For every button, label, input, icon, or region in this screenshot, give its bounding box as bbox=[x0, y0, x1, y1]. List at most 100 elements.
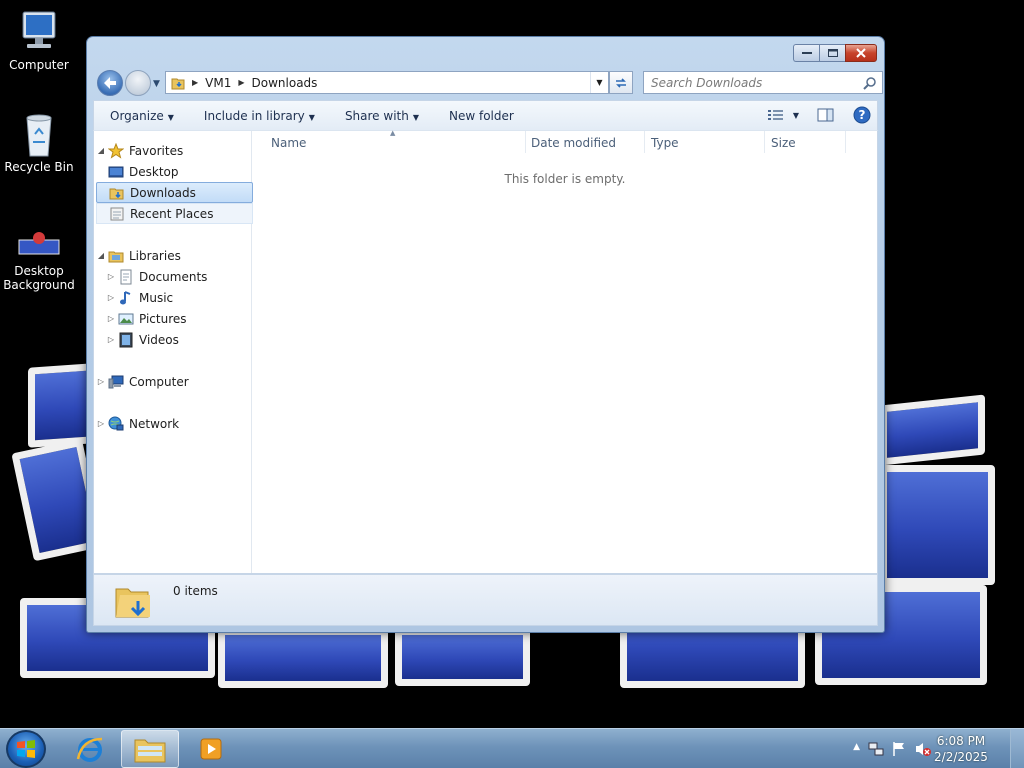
view-controls: ▼ ? bbox=[767, 106, 871, 124]
nav-network[interactable]: ▷ Network bbox=[96, 413, 253, 434]
show-desktop-button[interactable] bbox=[1010, 729, 1024, 768]
nav-label: Downloads bbox=[130, 185, 196, 200]
desktop-icon-label: Computer bbox=[9, 58, 69, 72]
network-tray-icon[interactable] bbox=[868, 741, 884, 760]
column-header-date-modified[interactable]: Date modified bbox=[531, 136, 616, 150]
desktop-icon-recycle-bin[interactable]: Recycle Bin bbox=[1, 110, 77, 174]
taskbar-internet-explorer[interactable] bbox=[61, 730, 119, 768]
forward-button[interactable] bbox=[125, 70, 151, 96]
nav-label: Desktop bbox=[129, 164, 179, 179]
taskbar-media-player[interactable] bbox=[183, 730, 241, 768]
nav-videos[interactable]: ▷ Videos bbox=[106, 329, 263, 350]
refresh-button[interactable] bbox=[609, 71, 633, 94]
new-folder-button[interactable]: New folder bbox=[433, 109, 528, 123]
clock-date: 2/2/2025 bbox=[934, 750, 988, 764]
breadcrumb-separator-icon[interactable]: ▶ bbox=[235, 78, 247, 87]
nav-documents[interactable]: ▷ Documents bbox=[106, 266, 263, 287]
media-player-icon bbox=[200, 738, 222, 760]
address-dropdown-icon[interactable]: ▼ bbox=[590, 72, 608, 93]
nav-label: Favorites bbox=[129, 143, 184, 158]
breadcrumb-separator-icon[interactable]: ▶ bbox=[189, 78, 201, 87]
expand-arrow-icon[interactable]: ▷ bbox=[106, 272, 116, 281]
clock-time: 6:08 PM bbox=[936, 734, 986, 748]
taskbar-windows-explorer[interactable] bbox=[121, 730, 179, 768]
nav-recent-places[interactable]: Recent Places bbox=[96, 203, 253, 224]
explorer-panes: ◢ Favorites Desktop Downloads Recent Pla… bbox=[93, 129, 878, 574]
organize-button[interactable]: Organize ▼ bbox=[94, 109, 188, 123]
nav-computer[interactable]: ▷ Computer bbox=[96, 371, 253, 392]
include-in-library-button[interactable]: Include in library ▼ bbox=[188, 109, 329, 123]
documents-icon bbox=[118, 269, 134, 285]
computer-icon bbox=[15, 8, 63, 56]
expand-arrow-icon[interactable]: ▷ bbox=[106, 335, 116, 344]
nav-desktop[interactable]: Desktop bbox=[96, 161, 253, 182]
chevron-down-icon: ▼ bbox=[412, 112, 419, 122]
search-input[interactable] bbox=[651, 75, 851, 90]
recent-places-icon bbox=[109, 206, 125, 222]
collapse-arrow-icon[interactable]: ◢ bbox=[96, 146, 106, 155]
nav-label: Libraries bbox=[129, 248, 181, 263]
nav-music[interactable]: ▷ Music bbox=[106, 287, 263, 308]
recycle-bin-icon bbox=[15, 110, 63, 158]
address-bar[interactable]: ▶ VM1 ▶ Downloads ▼ bbox=[165, 71, 609, 94]
file-list[interactable]: ▲ Name Date modified Type Size This fold… bbox=[253, 129, 877, 573]
chevron-down-icon: ▼ bbox=[308, 112, 315, 122]
chevron-down-icon: ▼ bbox=[167, 112, 174, 122]
nav-label: Videos bbox=[139, 332, 179, 347]
nav-label: Computer bbox=[129, 374, 189, 389]
close-button[interactable] bbox=[845, 44, 877, 62]
column-divider[interactable] bbox=[845, 131, 846, 153]
include-in-library-label: Include in library bbox=[203, 108, 305, 123]
share-with-button[interactable]: Share with ▼ bbox=[329, 109, 433, 123]
share-with-label: Share with bbox=[344, 108, 409, 123]
details-pane: 0 items bbox=[93, 574, 878, 626]
column-header-name[interactable]: Name bbox=[271, 136, 306, 150]
item-count: 0 items bbox=[173, 584, 218, 598]
column-divider[interactable] bbox=[644, 131, 645, 153]
collapse-arrow-icon[interactable]: ◢ bbox=[96, 251, 106, 260]
minimize-button[interactable] bbox=[793, 44, 819, 62]
expand-arrow-icon[interactable]: ▷ bbox=[106, 293, 116, 302]
help-button[interactable]: ? bbox=[853, 106, 871, 124]
music-icon bbox=[118, 290, 134, 306]
nav-favorites[interactable]: ◢ Favorites bbox=[96, 140, 253, 161]
clock[interactable]: 6:08 PM 2/2/2025 bbox=[926, 733, 996, 765]
start-button[interactable] bbox=[6, 730, 46, 768]
address-row: ▼ ▶ VM1 ▶ Downloads ▼ bbox=[95, 70, 883, 96]
expand-arrow-icon[interactable]: ▷ bbox=[96, 377, 106, 386]
empty-folder-message: This folder is empty. bbox=[504, 172, 626, 186]
change-view-button[interactable]: ▼ bbox=[767, 108, 799, 122]
column-header-type[interactable]: Type bbox=[651, 136, 679, 150]
taskbar: ▲ 6:08 PM 2/2/2025 bbox=[0, 728, 1024, 768]
expand-arrow-icon[interactable]: ▷ bbox=[96, 419, 106, 428]
column-headers: ▲ Name Date modified Type Size bbox=[253, 129, 877, 155]
back-button[interactable] bbox=[97, 70, 123, 96]
breadcrumb-vm1[interactable]: VM1 bbox=[201, 76, 235, 90]
wallpaper-shape bbox=[880, 465, 995, 585]
column-header-size[interactable]: Size bbox=[771, 136, 796, 150]
search-box[interactable] bbox=[643, 71, 883, 94]
nav-libraries[interactable]: ◢ Libraries bbox=[96, 245, 253, 266]
column-divider[interactable] bbox=[525, 131, 526, 153]
action-center-flag-icon[interactable] bbox=[891, 741, 907, 760]
nav-label: Recent Places bbox=[130, 206, 214, 221]
show-hidden-icons-chevron-up-icon[interactable]: ▲ bbox=[853, 742, 860, 752]
desktop-icon-desktop-background[interactable]: Desktop Background bbox=[1, 226, 77, 292]
breadcrumb-downloads[interactable]: Downloads bbox=[248, 76, 322, 90]
nav-label: Documents bbox=[139, 269, 208, 284]
preview-pane-button[interactable] bbox=[817, 108, 835, 122]
nav-label: Music bbox=[139, 290, 174, 305]
search-icon[interactable] bbox=[863, 76, 877, 93]
desktop-icon-computer[interactable]: Computer bbox=[1, 8, 77, 72]
maximize-button[interactable] bbox=[819, 44, 845, 62]
navigation-pane[interactable]: ◢ Favorites Desktop Downloads Recent Pla… bbox=[94, 131, 253, 573]
nav-downloads[interactable]: Downloads bbox=[96, 182, 253, 203]
column-divider[interactable] bbox=[764, 131, 765, 153]
nav-label: Network bbox=[129, 416, 180, 431]
expand-arrow-icon[interactable]: ▷ bbox=[106, 314, 116, 323]
libraries-icon bbox=[108, 248, 124, 264]
nav-pictures[interactable]: ▷ Pictures bbox=[106, 308, 263, 329]
recent-pages-chevron-down-icon[interactable]: ▼ bbox=[153, 79, 160, 89]
chevron-down-icon[interactable]: ▼ bbox=[793, 111, 799, 120]
organize-label: Organize bbox=[110, 108, 164, 123]
